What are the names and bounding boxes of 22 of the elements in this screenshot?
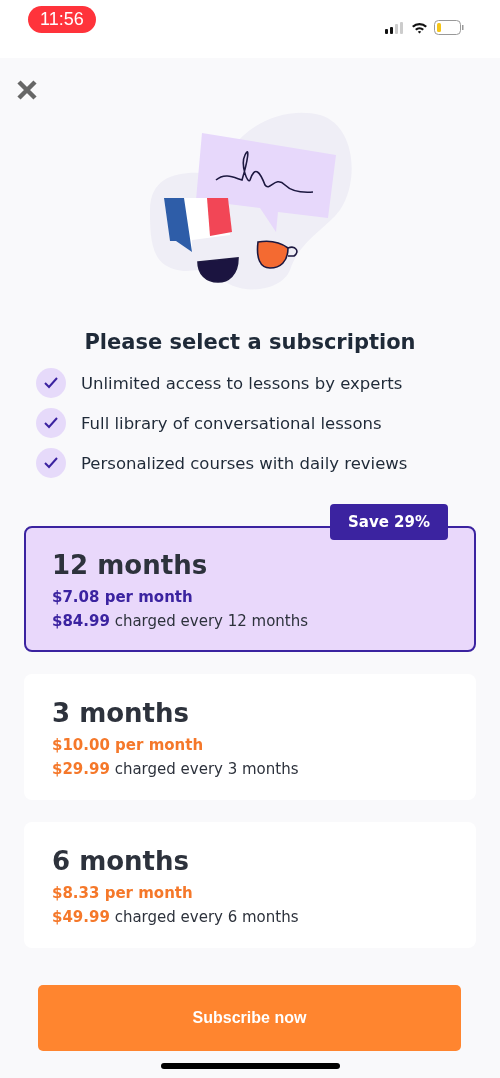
monthly-price: $8.33 per month	[52, 884, 193, 902]
billing-text: $84.99 charged every 12 months	[52, 612, 309, 630]
plan-name: 3 months	[52, 698, 190, 728]
plan-card[interactable]: 12 months $7.08 per month $84.99 charged every 12 months	[24, 526, 476, 652]
plan-card[interactable]: 3 months $10.00 per month $29.99 charged every 3 months	[24, 674, 476, 800]
feature-text: Unlimited access to lessons by experts	[81, 373, 403, 393]
wifi-icon	[411, 21, 428, 34]
monthly-price: $7.08 per month	[52, 588, 193, 606]
signal-icon	[385, 21, 405, 34]
page-title: Please select a subscription	[84, 330, 416, 354]
save-badge: Save 29%	[330, 504, 448, 540]
feature-text: Personalized courses with daily reviews	[81, 453, 408, 473]
monthly-price: $10.00 per month	[52, 736, 204, 754]
battery-icon	[434, 20, 464, 35]
plan-name: 12 months	[52, 550, 208, 580]
plan-name: 6 months	[52, 846, 190, 876]
billing-text: $29.99 charged every 3 months	[52, 760, 299, 778]
plan-card[interactable]: 6 months $8.33 per month $49.99 charged every 6 months	[24, 822, 476, 948]
feature-text: Full library of conversational lessons	[81, 413, 382, 433]
billing-text: $49.99 charged every 6 months	[52, 908, 299, 926]
status-time: 11:56	[28, 5, 96, 33]
close-icon[interactable]	[15, 78, 39, 102]
